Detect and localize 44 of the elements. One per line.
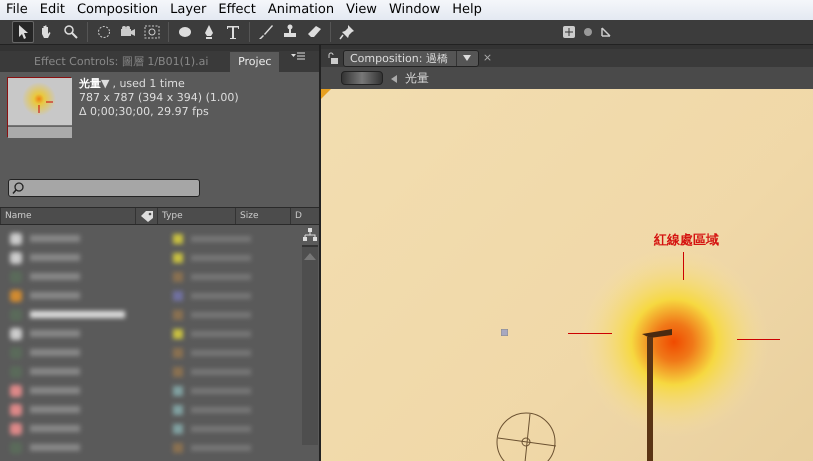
column-header[interactable]: Name (0, 208, 135, 224)
dropdown-arrow-icon[interactable] (456, 50, 472, 66)
panel-tab[interactable]: Projec (230, 52, 280, 72)
guide-line (568, 333, 612, 335)
text-tool-icon (224, 23, 242, 41)
lock-icon[interactable] (327, 52, 339, 64)
menu-item[interactable]: Effect (212, 0, 262, 20)
menu-item[interactable]: View (340, 0, 383, 20)
duration-text: Δ 0;00;30;00, 29.97 fps (79, 105, 210, 119)
brush-icon (257, 23, 275, 41)
annotation-text: 紅線處區域 (654, 232, 719, 250)
thumbnail-image (7, 77, 71, 137)
search-icon (62, 23, 80, 41)
guide-line (683, 252, 685, 280)
pin-icon (338, 23, 356, 41)
composition-swatch[interactable] (341, 71, 383, 85)
column-header[interactable]: Size (235, 208, 290, 224)
close-button[interactable]: × (482, 50, 492, 66)
menu-item[interactable]: Window (382, 0, 446, 20)
usage-text: , used 1 time (112, 77, 185, 91)
column-header[interactable]: D (290, 208, 302, 224)
search-field[interactable] (8, 179, 200, 197)
menu-item[interactable]: Composition (70, 0, 164, 20)
menu-item[interactable]: Edit (34, 0, 71, 20)
composition-tab[interactable]: Composition: 過橋 (343, 50, 479, 66)
menu-item[interactable]: Animation (262, 0, 340, 20)
corner-marker-icon (321, 89, 331, 99)
dashed-frame-icon (143, 23, 161, 41)
dot-icon[interactable] (584, 28, 592, 36)
search-icon (12, 182, 24, 194)
menu-item[interactable]: File (0, 0, 34, 20)
hierarchy-icon[interactable] (303, 228, 317, 241)
scrollbar[interactable] (302, 245, 318, 445)
composition-name[interactable]: 光量 (405, 69, 429, 87)
dropdown-arrow[interactable]: ▼ (101, 77, 110, 91)
dimensions-text: 787 x 787 (394 x 394) (1.00) (79, 91, 239, 105)
dotted-circle-icon (95, 23, 113, 41)
arrow-pointer-tool-button[interactable] (12, 21, 34, 43)
menu-item[interactable]: Help (446, 0, 488, 20)
crosshair-circle-drawing (496, 412, 558, 461)
item-name: 光量 (79, 77, 101, 91)
guide-line (737, 339, 780, 341)
column-header[interactable]: Type (157, 208, 235, 224)
menu-item[interactable]: Layer (164, 0, 212, 20)
